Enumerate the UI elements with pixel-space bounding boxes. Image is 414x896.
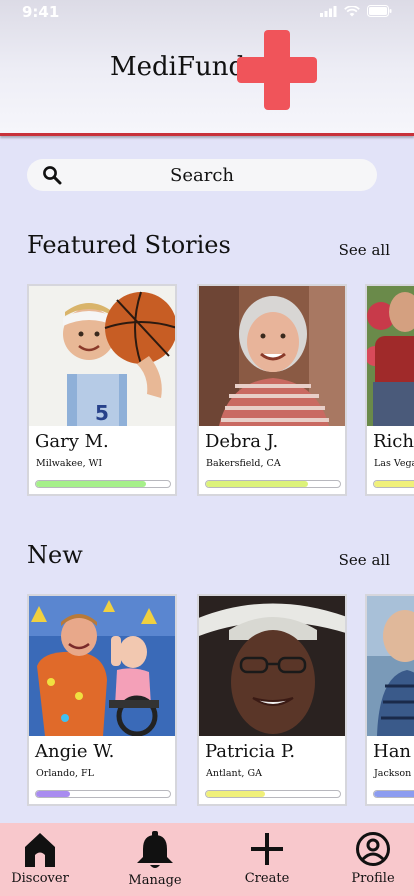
story-location: Antlant, GA	[206, 768, 262, 779]
story-progress-bar	[373, 480, 414, 488]
plus-icon	[251, 833, 283, 865]
bell-icon	[137, 831, 173, 868]
featured-stories-heading: Featured Stories	[27, 231, 231, 259]
app-header: 9:41 MediFund	[0, 0, 414, 136]
story-photo	[199, 596, 345, 736]
bottom-tab-bar: Discover Manage Create Profile	[0, 823, 414, 896]
story-card[interactable]: 5 Gary M. Milwakee, WI	[27, 284, 177, 496]
search-bar[interactable]	[27, 159, 377, 191]
status-bar: 9:41	[0, 0, 414, 26]
story-location: Orlando, FL	[36, 768, 94, 779]
story-card[interactable]: Han Jackson	[365, 594, 414, 806]
featured-stories-row[interactable]: 5 Gary M. Milwakee, WI Debra J. Bakersfi…	[27, 284, 414, 499]
story-name: Rich	[373, 431, 414, 452]
app-title: MediFund	[110, 52, 246, 82]
story-name: Angie W.	[35, 741, 115, 762]
story-photo	[199, 286, 345, 426]
tab-profile-label: Profile	[351, 871, 395, 886]
user-circle-icon	[356, 832, 390, 866]
signal-icon	[320, 6, 337, 17]
tab-create-label: Create	[244, 871, 290, 886]
status-icons	[320, 5, 392, 17]
story-photo: 5	[29, 286, 175, 426]
story-location: Las Vega	[374, 458, 414, 469]
story-photo	[367, 286, 414, 426]
story-location: Bakersfield, CA	[206, 458, 281, 469]
tab-discover[interactable]: Discover	[0, 831, 80, 886]
tab-profile[interactable]: Profile	[333, 831, 413, 886]
story-location: Jackson	[374, 768, 412, 779]
new-stories-heading: New	[27, 541, 83, 569]
featured-see-all-link[interactable]: See all	[339, 241, 390, 259]
tab-manage[interactable]: Manage	[115, 831, 195, 888]
tab-create[interactable]: Create	[227, 831, 307, 886]
wifi-icon	[344, 6, 360, 17]
battery-icon	[367, 5, 392, 17]
story-name: Debra J.	[205, 431, 279, 452]
story-name: Han	[373, 741, 412, 762]
story-photo	[29, 596, 175, 736]
svg-text:5: 5	[95, 401, 109, 425]
story-progress-bar	[35, 480, 171, 488]
story-location: Milwakee, WI	[36, 458, 103, 469]
story-card[interactable]: Debra J. Bakersfield, CA	[197, 284, 347, 496]
story-card[interactable]: Rich Las Vega	[365, 284, 414, 496]
status-time: 9:41	[22, 3, 60, 21]
story-card[interactable]: Angie W. Orlando, FL	[27, 594, 177, 806]
search-input[interactable]	[27, 159, 377, 191]
new-see-all-link[interactable]: See all	[339, 551, 390, 569]
story-name: Gary M.	[35, 431, 109, 452]
story-progress-bar	[205, 790, 341, 798]
new-stories-row[interactable]: Angie W. Orlando, FL Patricia P. Antlant…	[27, 594, 414, 809]
medical-cross-logo	[237, 30, 317, 110]
tab-discover-label: Discover	[11, 871, 69, 886]
story-photo	[367, 596, 414, 736]
story-progress-bar	[35, 790, 171, 798]
tab-manage-label: Manage	[128, 873, 182, 888]
home-icon	[25, 833, 55, 867]
story-progress-bar	[205, 480, 341, 488]
story-card[interactable]: Patricia P. Antlant, GA	[197, 594, 347, 806]
story-progress-bar	[373, 790, 414, 798]
story-name: Patricia P.	[205, 741, 296, 762]
